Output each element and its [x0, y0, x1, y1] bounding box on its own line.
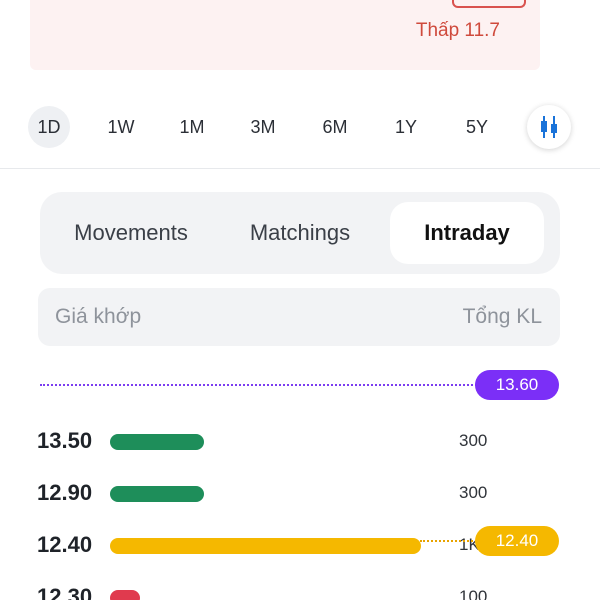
candlestick-icon [541, 116, 557, 138]
chart-type-toggle-button[interactable] [527, 105, 571, 149]
current-price-badge: 13.60 [475, 370, 559, 400]
row-volume: 300 [459, 483, 488, 502]
row-price: 12.40 [37, 532, 93, 557]
volume-column-header: Tổng KL [462, 305, 542, 328]
price-summary-card: Thấp 11.7 [30, 0, 540, 70]
tab-matchings[interactable]: Matchings [228, 202, 372, 264]
timeframe-1y[interactable]: 1Y [384, 106, 428, 148]
timeframe-5y[interactable]: 5Y [455, 106, 499, 148]
tab-movements[interactable]: Movements [58, 202, 204, 264]
row-price: 12.90 [37, 480, 93, 505]
current-price-line [40, 384, 480, 386]
low-price-label: Thấp 11.7 [415, 20, 500, 41]
timeframe-3m[interactable]: 3M [241, 106, 285, 148]
table-row: 12.30 100 [0, 584, 600, 600]
volume-bar [110, 538, 421, 554]
reference-price-badge: 12.40 [475, 526, 559, 556]
timeframe-1m[interactable]: 1M [170, 106, 214, 148]
table-row: 13.50 300 [0, 428, 600, 460]
timeframe-selector: 1D 1W 1M 3M 6M 1Y 5Y [0, 98, 600, 158]
timeframe-1d[interactable]: 1D [28, 106, 70, 148]
table-row: 12.90 300 [0, 480, 600, 512]
tab-switcher: Movements Matchings Intraday [40, 192, 560, 274]
section-divider [0, 168, 600, 169]
volume-bar [110, 434, 204, 450]
row-volume: 300 [459, 431, 488, 450]
row-volume: 100 [459, 587, 488, 600]
table-header: Giá khớp Tổng KL [38, 288, 560, 346]
volume-bar [110, 486, 204, 502]
timeframe-6m[interactable]: 6M [313, 106, 357, 148]
high-price-box [452, 0, 526, 8]
row-price: 12.30 [37, 584, 93, 600]
timeframe-1w[interactable]: 1W [99, 106, 143, 148]
row-price: 13.50 [37, 428, 93, 453]
volume-bar [110, 590, 140, 600]
reference-price-line [420, 540, 480, 542]
tab-intraday[interactable]: Intraday [390, 202, 544, 264]
price-column-header: Giá khớp [55, 305, 142, 328]
